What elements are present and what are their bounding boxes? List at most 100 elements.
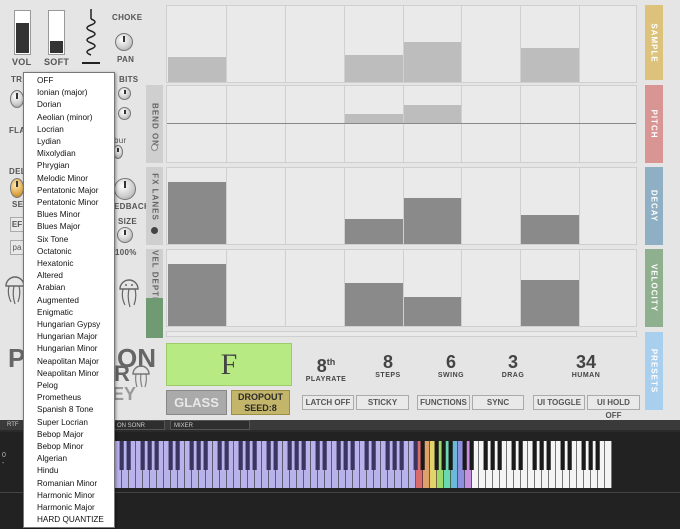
menu-item[interactable]: Blues Minor: [37, 210, 80, 220]
menu-item[interactable]: Pelog: [37, 381, 58, 391]
lane-decay[interactable]: [166, 167, 637, 245]
black-key[interactable]: [175, 441, 180, 470]
menu-item[interactable]: Phrygian: [37, 161, 69, 171]
menu-item[interactable]: Dorian: [37, 100, 61, 110]
pitch-tab[interactable]: PITCH: [645, 85, 663, 163]
soft-fader[interactable]: [48, 10, 65, 55]
black-key[interactable]: [343, 441, 348, 470]
bits-knob[interactable]: [118, 87, 131, 100]
rtf-tab[interactable]: RTF: [4, 420, 24, 430]
menu-item[interactable]: Harmonic Minor: [37, 491, 95, 501]
menu-item[interactable]: Pentatonic Minor: [37, 198, 98, 208]
black-key[interactable]: [189, 441, 194, 470]
step-bar[interactable]: [168, 264, 226, 326]
black-key[interactable]: [595, 441, 600, 470]
black-key[interactable]: [588, 441, 593, 470]
functions-button[interactable]: FUNCTIONS: [417, 395, 470, 410]
menu-item[interactable]: Octatonic: [37, 247, 72, 257]
step-bar[interactable]: [521, 215, 580, 244]
black-key[interactable]: [399, 441, 404, 470]
step-bar[interactable]: [403, 198, 462, 244]
lane-pitch[interactable]: [166, 85, 637, 163]
step-bar[interactable]: [344, 55, 403, 82]
menu-item[interactable]: Spanish 8 Tone: [37, 405, 93, 415]
pa-button[interactable]: pa: [10, 240, 24, 255]
black-key[interactable]: [322, 441, 327, 470]
menu-item[interactable]: Ionian (major): [37, 88, 88, 98]
menu-item[interactable]: Lydian: [37, 137, 61, 147]
menu-item[interactable]: Hungarian Major: [37, 332, 98, 342]
black-key[interactable]: [420, 441, 425, 470]
black-key[interactable]: [294, 441, 299, 470]
latch-off-button[interactable]: LATCH OFF: [302, 395, 354, 410]
ef-button[interactable]: EF: [10, 217, 24, 232]
spring-envelope-icon[interactable]: [80, 9, 102, 65]
step-bar[interactable]: [403, 297, 462, 326]
stat-steps[interactable]: 8 STEPS: [360, 352, 416, 379]
menu-item[interactable]: Pentatonic Major: [37, 186, 98, 196]
black-key[interactable]: [119, 441, 124, 470]
black-key[interactable]: [154, 441, 159, 470]
black-key[interactable]: [301, 441, 306, 470]
velocity-tab[interactable]: VELOCITY: [645, 249, 663, 327]
rate-knob[interactable]: [118, 107, 131, 120]
black-key[interactable]: [434, 441, 439, 470]
glass-button[interactable]: GLASS: [166, 390, 227, 415]
black-key[interactable]: [364, 441, 369, 470]
black-key[interactable]: [287, 441, 292, 470]
sync-button[interactable]: SYNC: [472, 395, 524, 410]
black-key[interactable]: [483, 441, 488, 470]
step-bar[interactable]: [168, 57, 226, 82]
ui-hold-off-button[interactable]: UI HOLD OFF: [587, 395, 640, 420]
vol-fader[interactable]: [14, 10, 31, 55]
menu-item[interactable]: OFF: [37, 76, 53, 86]
black-key[interactable]: [238, 441, 243, 470]
lane-header-pitch[interactable]: BEND ON: [146, 85, 163, 163]
step-bar[interactable]: [521, 48, 580, 82]
decay-tab[interactable]: DECAY: [645, 167, 663, 245]
pan-knob[interactable]: [115, 33, 133, 51]
black-key[interactable]: [336, 441, 341, 470]
menu-item[interactable]: Altered: [37, 271, 63, 281]
black-key[interactable]: [266, 441, 271, 470]
black-key[interactable]: [511, 441, 516, 470]
menu-item[interactable]: Bebop Major: [37, 430, 83, 440]
black-key[interactable]: [315, 441, 320, 470]
black-key[interactable]: [168, 441, 173, 470]
mixer-tab[interactable]: MIXER: [170, 420, 250, 430]
black-key[interactable]: [385, 441, 390, 470]
step-bar[interactable]: [403, 42, 462, 82]
black-key[interactable]: [413, 441, 418, 470]
black-key[interactable]: [196, 441, 201, 470]
menu-item[interactable]: Hexatonic: [37, 259, 73, 269]
menu-item[interactable]: Romanian Minor: [37, 479, 97, 489]
step-bar[interactable]: [168, 182, 226, 244]
menu-item[interactable]: Arabian: [37, 283, 65, 293]
black-key[interactable]: [392, 441, 397, 470]
black-key[interactable]: [203, 441, 208, 470]
black-key[interactable]: [532, 441, 537, 470]
black-key[interactable]: [217, 441, 222, 470]
sticky-button[interactable]: STICKY: [356, 395, 409, 410]
black-key[interactable]: [126, 441, 131, 470]
menu-item[interactable]: Blues Major: [37, 222, 80, 232]
black-key[interactable]: [441, 441, 446, 470]
vel-depth-meter[interactable]: [146, 298, 163, 338]
menu-item[interactable]: Super Locrian: [37, 418, 88, 428]
ui-toggle-button[interactable]: UI TOGGLE: [533, 395, 585, 410]
black-key[interactable]: [147, 441, 152, 470]
feedback-knob[interactable]: [114, 178, 136, 200]
lane-sample[interactable]: [166, 5, 637, 83]
black-key[interactable]: [140, 441, 145, 470]
black-key[interactable]: [224, 441, 229, 470]
menu-item[interactable]: Algerian: [37, 454, 67, 464]
black-key[interactable]: [546, 441, 551, 470]
menu-item[interactable]: Locrian: [37, 125, 64, 135]
fx-lanes-toggle[interactable]: [151, 227, 158, 234]
step-bar[interactable]: [344, 219, 403, 244]
black-key[interactable]: [490, 441, 495, 470]
black-key[interactable]: [581, 441, 586, 470]
menu-item[interactable]: Melodic Minor: [37, 174, 88, 184]
lane-velocity[interactable]: [166, 249, 637, 327]
menu-item[interactable]: Harmonic Major: [37, 503, 95, 513]
